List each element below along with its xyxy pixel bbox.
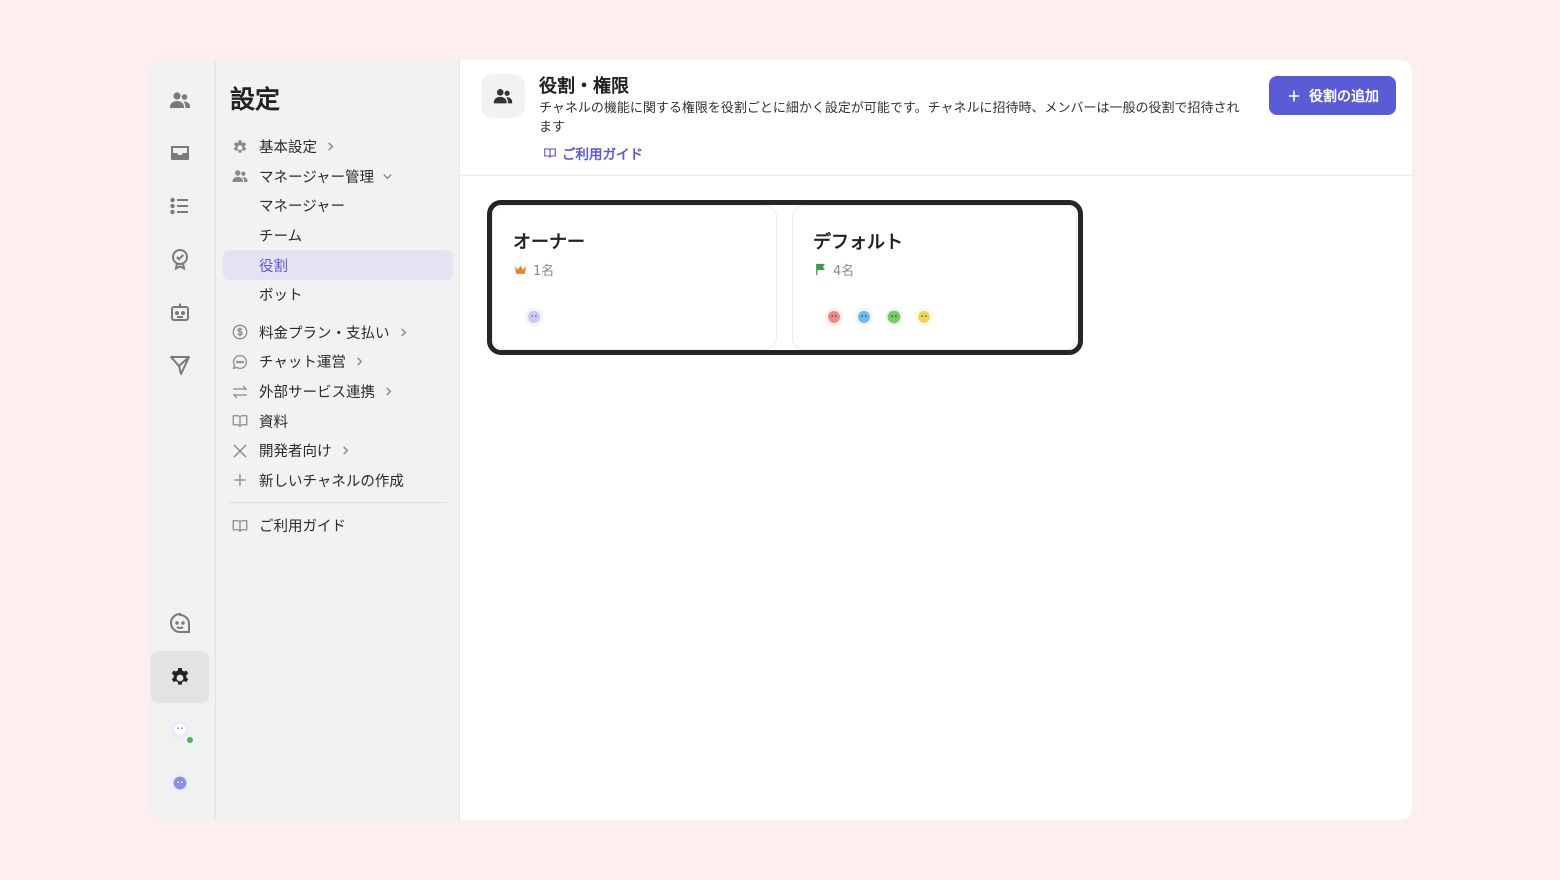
role-card-owner[interactable]: オーナー 1名 [492,205,777,350]
user-avatar [169,719,195,745]
settings-nav: 基本設定 マネージャー管理 マネージャー チーム 役割 ボット 料金プラン・支払… [223,132,453,541]
member-avatar [914,307,934,327]
rail-tasks[interactable] [151,180,209,232]
role-member-count: 4名 [813,260,854,279]
sidebar-item-developers[interactable]: 開発者向け [223,436,453,466]
list-icon [170,197,188,215]
rail-support[interactable] [151,598,209,650]
rail-profile[interactable] [151,704,209,756]
sidebar-item-label: ボット [259,288,303,305]
guide-link[interactable]: ご利用ガイド [543,143,643,163]
member-avatar [524,307,544,327]
chevron-down-icon [382,171,393,182]
sidebar-item-label: 外部サービス連携 [259,385,375,402]
badge-check-icon [172,249,188,271]
role-cards: オーナー 1名 デフォルト 4名 [487,200,1083,355]
sidebar-item-basic-settings[interactable]: 基本設定 [223,132,453,162]
page-description: チャネルの機能に関する権限を役割ごとに細かく設定が可能です。チャネルに招待時、メ… [539,101,1240,135]
sidebar-item-chat-operation[interactable]: チャット運営 [223,347,453,377]
dollar-icon [230,322,250,342]
rail-campaign[interactable] [151,339,209,391]
sidebar-item-label: 資料 [259,414,288,431]
chevron-right-icon [325,141,336,152]
book-icon [230,516,250,536]
app-window: 設定 基本設定 マネージャー管理 マネージャー チーム 役割 ボット 料金プラン… [149,60,1412,820]
rail-reviews[interactable] [151,233,209,285]
rail-channel[interactable] [151,757,209,809]
book-icon [544,148,556,158]
sidebar-title: 設定 [230,85,281,114]
add-role-button-label: 役割の追加 [1309,88,1379,105]
member-avatar [854,307,874,327]
sidebar-item-label: 基本設定 [259,140,317,157]
tools-icon [230,441,250,461]
inbox-icon [171,146,189,160]
sidebar-item-integrations[interactable]: 外部サービス連携 [223,377,453,407]
role-card-default[interactable]: デフォルト 4名 [792,205,1077,350]
chevron-right-icon [354,356,365,367]
sidebar-item-label: マネージャー管理 [259,169,374,186]
sidebar-item-bots[interactable]: ボット [223,280,453,310]
users-icon [481,74,525,118]
chevron-right-icon [398,327,409,338]
sidebar-item-managers[interactable]: マネージャー [223,191,453,221]
add-role-button[interactable]: 役割の追加 [1269,76,1396,115]
gear-icon [171,668,189,685]
role-member-avatars [523,306,553,328]
main-content: 役割・権限 チャネルの機能に関する権限を役割ごとに細かく設定が可能です。チャネル… [460,60,1412,820]
sidebar-item-billing[interactable]: 料金プラン・支払い [223,318,453,348]
smiley-chat-icon [170,612,190,633]
icon-rail [149,60,216,820]
role-name: オーナー [513,232,585,253]
online-status-dot [185,735,195,745]
sidebar-item-team[interactable]: チーム [223,221,453,251]
chat-bubble-icon [230,352,250,372]
chevron-right-icon [340,445,351,456]
robot-icon [171,303,189,321]
sidebar-item-manager-admin[interactable]: マネージャー管理 [223,162,453,192]
flag-icon [816,263,825,276]
book-icon [230,411,250,431]
send-icon [170,356,190,375]
gear-icon [230,137,250,157]
rail-settings[interactable] [151,651,209,703]
arrows-swap-icon [230,382,250,402]
role-member-count: 1名 [513,260,554,279]
page-header: 役割・権限 チャネルの機能に関する権限を役割ごとに細かく設定が可能です。チャネル… [460,60,1412,176]
sidebar-divider [229,502,447,504]
rail-inbox[interactable] [151,127,209,179]
sidebar-item-roles[interactable]: 役割 [223,250,453,280]
role-member-avatars [823,306,943,328]
sidebar-item-label: チャット運営 [259,355,346,372]
member-avatar [824,307,844,327]
channel-avatar [169,772,191,794]
sidebar-item-label: 新しいチャネルの作成 [259,473,404,490]
chevron-right-icon [383,386,394,397]
plus-icon [230,470,250,490]
users-icon [230,166,250,186]
sidebar-item-label: マネージャー [259,199,345,216]
member-avatar [884,307,904,327]
sidebar-item-label: 料金プラン・支払い [259,325,390,342]
rail-contacts[interactable] [151,74,209,126]
crown-icon [514,265,527,274]
rail-bots[interactable] [151,286,209,338]
sidebar-item-label: ご利用ガイド [259,519,346,536]
page-title: 役割・権限 [539,76,629,97]
settings-sidebar: 設定 基本設定 マネージャー管理 マネージャー チーム 役割 ボット 料金プラン… [216,60,460,820]
plus-icon [1288,90,1300,101]
sidebar-item-label: チーム [259,229,303,246]
sidebar-item-guide[interactable]: ご利用ガイド [223,511,453,541]
sidebar-item-label: 開発者向け [259,444,332,461]
role-count-label: 1名 [533,264,555,279]
users-icon [170,92,190,108]
sidebar-item-documents[interactable]: 資料 [223,406,453,436]
guide-link-label: ご利用ガイド [562,147,643,163]
channel-face-icon [170,773,190,793]
sidebar-item-label: 役割 [259,258,288,275]
sidebar-item-new-channel[interactable]: 新しいチャネルの作成 [223,466,453,496]
role-name: デフォルト [813,232,903,253]
role-count-label: 4名 [833,264,855,279]
